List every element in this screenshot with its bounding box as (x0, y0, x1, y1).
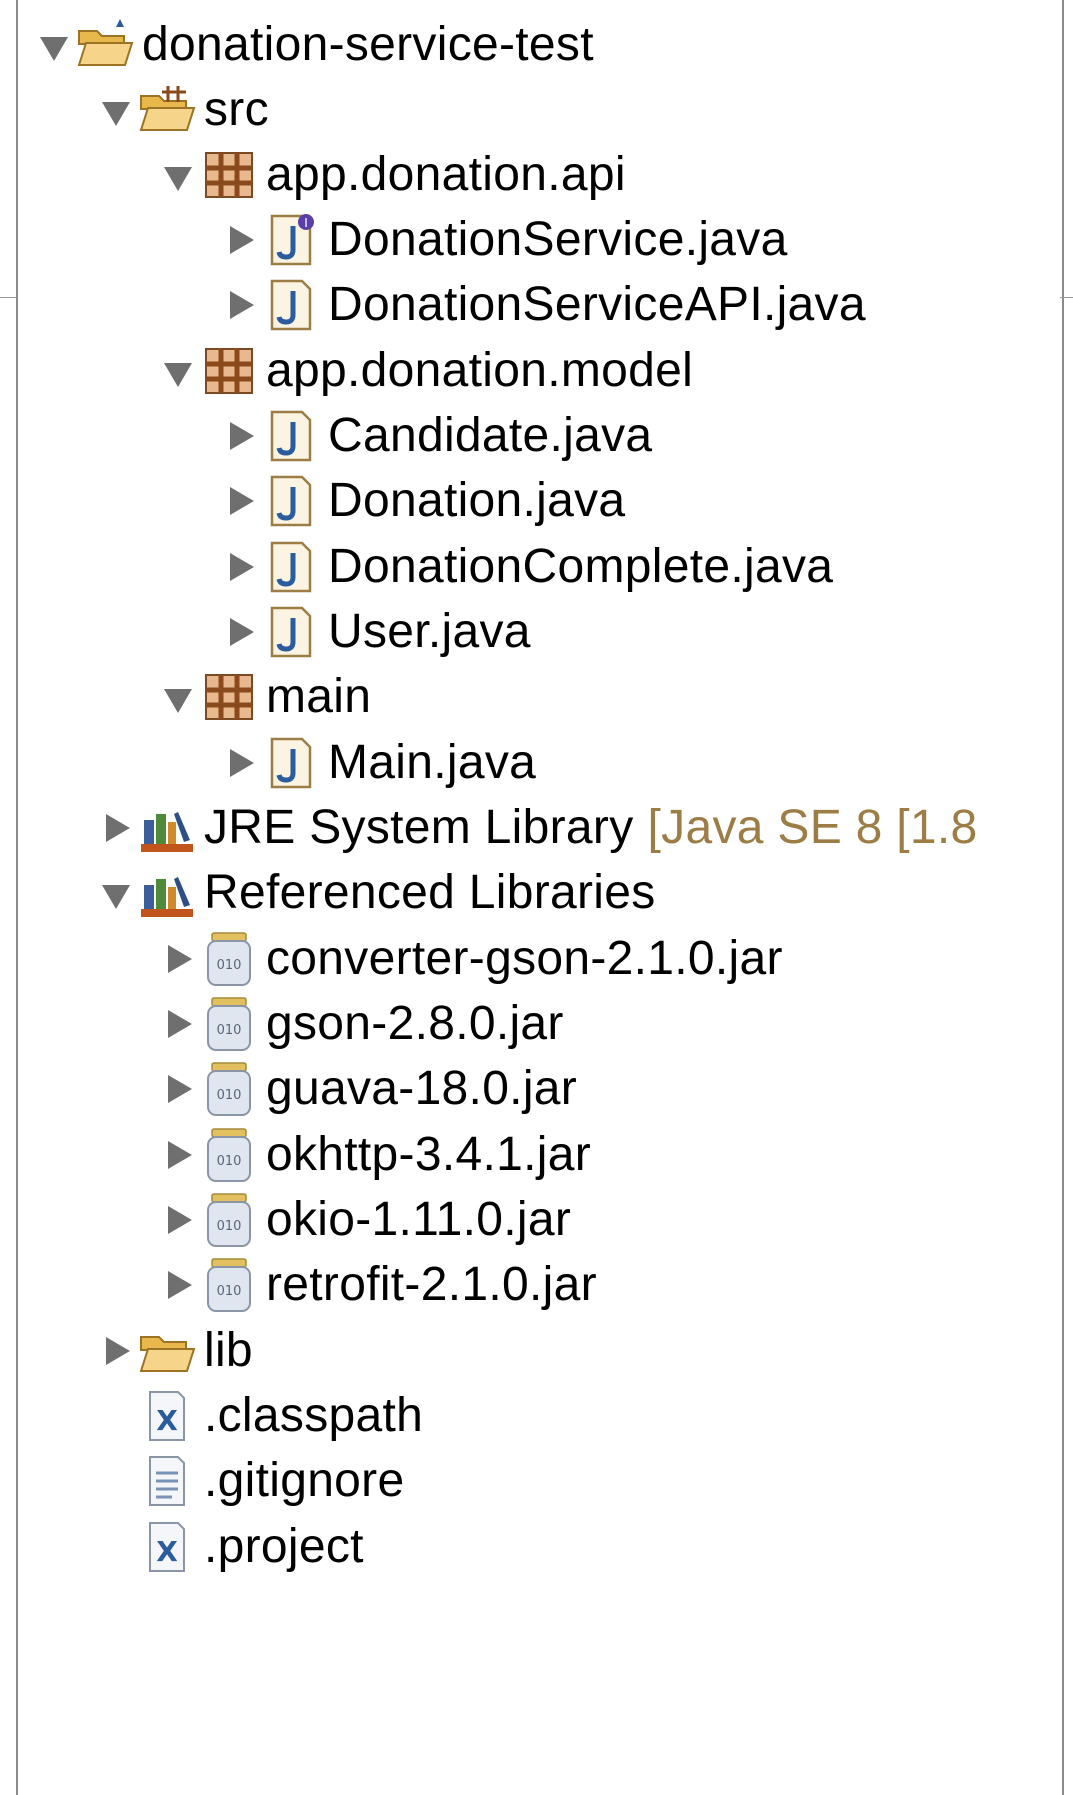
tree-item-jar[interactable]: retrofit-2.1.0.jar (0, 1247, 1073, 1322)
tree-item-file[interactable]: Main.java (0, 725, 1073, 800)
tree-item-package-main[interactable]: main (0, 659, 1073, 734)
tree-item-jre-library[interactable]: JRE System Library [Java SE 8 [1.8 (0, 790, 1073, 865)
collapse-triangle-icon[interactable] (102, 875, 130, 911)
project-folder-icon (76, 17, 134, 73)
jar-label: guava-18.0.jar (266, 1061, 578, 1115)
package-model-label: app.donation.model (266, 343, 694, 397)
java-file-icon (262, 408, 320, 464)
java-file-icon (262, 604, 320, 660)
referenced-libraries-label: Referenced Libraries (204, 865, 656, 919)
xml-file-icon (138, 1519, 196, 1575)
file-label: .gitignore (204, 1453, 405, 1507)
collapse-triangle-icon[interactable] (40, 27, 68, 63)
lib-label: lib (204, 1323, 253, 1377)
tree-item-project[interactable]: donation-service-test (0, 7, 1073, 82)
collapse-triangle-icon[interactable] (164, 157, 192, 193)
jar-icon (200, 1257, 258, 1313)
project-label: donation-service-test (142, 17, 594, 71)
expand-triangle-icon[interactable] (164, 1071, 192, 1107)
package-api-label: app.donation.api (266, 147, 626, 201)
tree-item-file[interactable]: DonationComplete.java (0, 529, 1073, 604)
expand-triangle-icon[interactable] (226, 745, 254, 781)
tree-item-src[interactable]: src (0, 72, 1073, 147)
expand-triangle-icon[interactable] (164, 1137, 192, 1173)
jar-label: gson-2.8.0.jar (266, 996, 564, 1050)
java-file-icon (262, 539, 320, 595)
jar-icon (200, 1061, 258, 1117)
java-file-icon (262, 473, 320, 529)
expand-triangle-icon[interactable] (164, 941, 192, 977)
jar-icon (200, 931, 258, 987)
java-interface-icon: I (262, 212, 320, 268)
tree-item-jar[interactable]: converter-gson-2.1.0.jar (0, 921, 1073, 996)
tree-item-project-file[interactable]: .project (0, 1509, 1073, 1584)
file-label: Donation.java (328, 473, 626, 527)
tree-item-file[interactable]: I DonationService.java (0, 202, 1073, 277)
folder-icon (138, 1323, 196, 1379)
expand-triangle-icon[interactable] (226, 287, 254, 323)
collapse-triangle-icon[interactable] (164, 679, 192, 715)
tree-item-file[interactable]: Candidate.java (0, 398, 1073, 473)
expand-triangle-icon[interactable] (226, 418, 254, 454)
tree-item-classpath[interactable]: .classpath (0, 1378, 1073, 1453)
text-file-icon (138, 1453, 196, 1509)
expand-triangle-icon[interactable] (164, 1267, 192, 1303)
tree-item-jar[interactable]: gson-2.8.0.jar (0, 986, 1073, 1061)
expand-triangle-icon[interactable] (102, 810, 130, 846)
tree-item-package-model[interactable]: app.donation.model (0, 333, 1073, 408)
collapse-triangle-icon[interactable] (164, 353, 192, 389)
src-label: src (204, 82, 269, 136)
file-label: .project (204, 1519, 364, 1573)
jar-icon (200, 996, 258, 1052)
java-file-icon (262, 735, 320, 791)
jar-label: okio-1.11.0.jar (266, 1192, 572, 1246)
tree-item-jar[interactable]: guava-18.0.jar (0, 1051, 1073, 1126)
java-file-icon (262, 277, 320, 333)
tree-item-file[interactable]: Donation.java (0, 463, 1073, 538)
tree-item-file[interactable]: DonationServiceAPI.java (0, 267, 1073, 342)
expand-triangle-icon[interactable] (226, 222, 254, 258)
package-main-label: main (266, 669, 372, 723)
expand-triangle-icon[interactable] (226, 614, 254, 650)
jar-icon (200, 1127, 258, 1183)
file-label: DonationService.java (328, 212, 788, 266)
expand-triangle-icon[interactable] (164, 1006, 192, 1042)
library-icon (138, 800, 196, 856)
tree-item-package-api[interactable]: app.donation.api (0, 137, 1073, 212)
file-label: DonationComplete.java (328, 539, 834, 593)
jar-label: converter-gson-2.1.0.jar (266, 931, 783, 985)
tree-item-referenced-libraries[interactable]: Referenced Libraries (0, 855, 1073, 930)
jre-version-decoration: [Java SE 8 [1.8 (647, 800, 978, 854)
jre-label: JRE System Library (204, 800, 634, 854)
tree-item-jar[interactable]: okhttp-3.4.1.jar (0, 1117, 1073, 1192)
expand-triangle-icon[interactable] (164, 1202, 192, 1238)
package-icon (200, 147, 258, 203)
tree-item-jar[interactable]: okio-1.11.0.jar (0, 1182, 1073, 1257)
expand-triangle-icon[interactable] (102, 1333, 130, 1369)
jar-icon (200, 1192, 258, 1248)
jar-label: retrofit-2.1.0.jar (266, 1257, 597, 1311)
jar-label: okhttp-3.4.1.jar (266, 1127, 591, 1181)
file-label: Candidate.java (328, 408, 653, 462)
tree-item-lib-folder[interactable]: lib (0, 1313, 1073, 1388)
xml-file-icon (138, 1388, 196, 1444)
library-icon (138, 865, 196, 921)
tree-item-file[interactable]: User.java (0, 594, 1073, 669)
file-label: .classpath (204, 1388, 424, 1442)
svg-text:I: I (304, 216, 308, 230)
expand-triangle-icon[interactable] (226, 483, 254, 519)
package-icon (200, 343, 258, 399)
file-label: User.java (328, 604, 531, 658)
expand-triangle-icon[interactable] (226, 549, 254, 585)
source-folder-icon (138, 82, 196, 138)
collapse-triangle-icon[interactable] (102, 92, 130, 128)
tree-item-gitignore[interactable]: .gitignore (0, 1443, 1073, 1518)
file-label: Main.java (328, 735, 537, 789)
file-label: DonationServiceAPI.java (328, 277, 866, 331)
package-icon (200, 669, 258, 725)
